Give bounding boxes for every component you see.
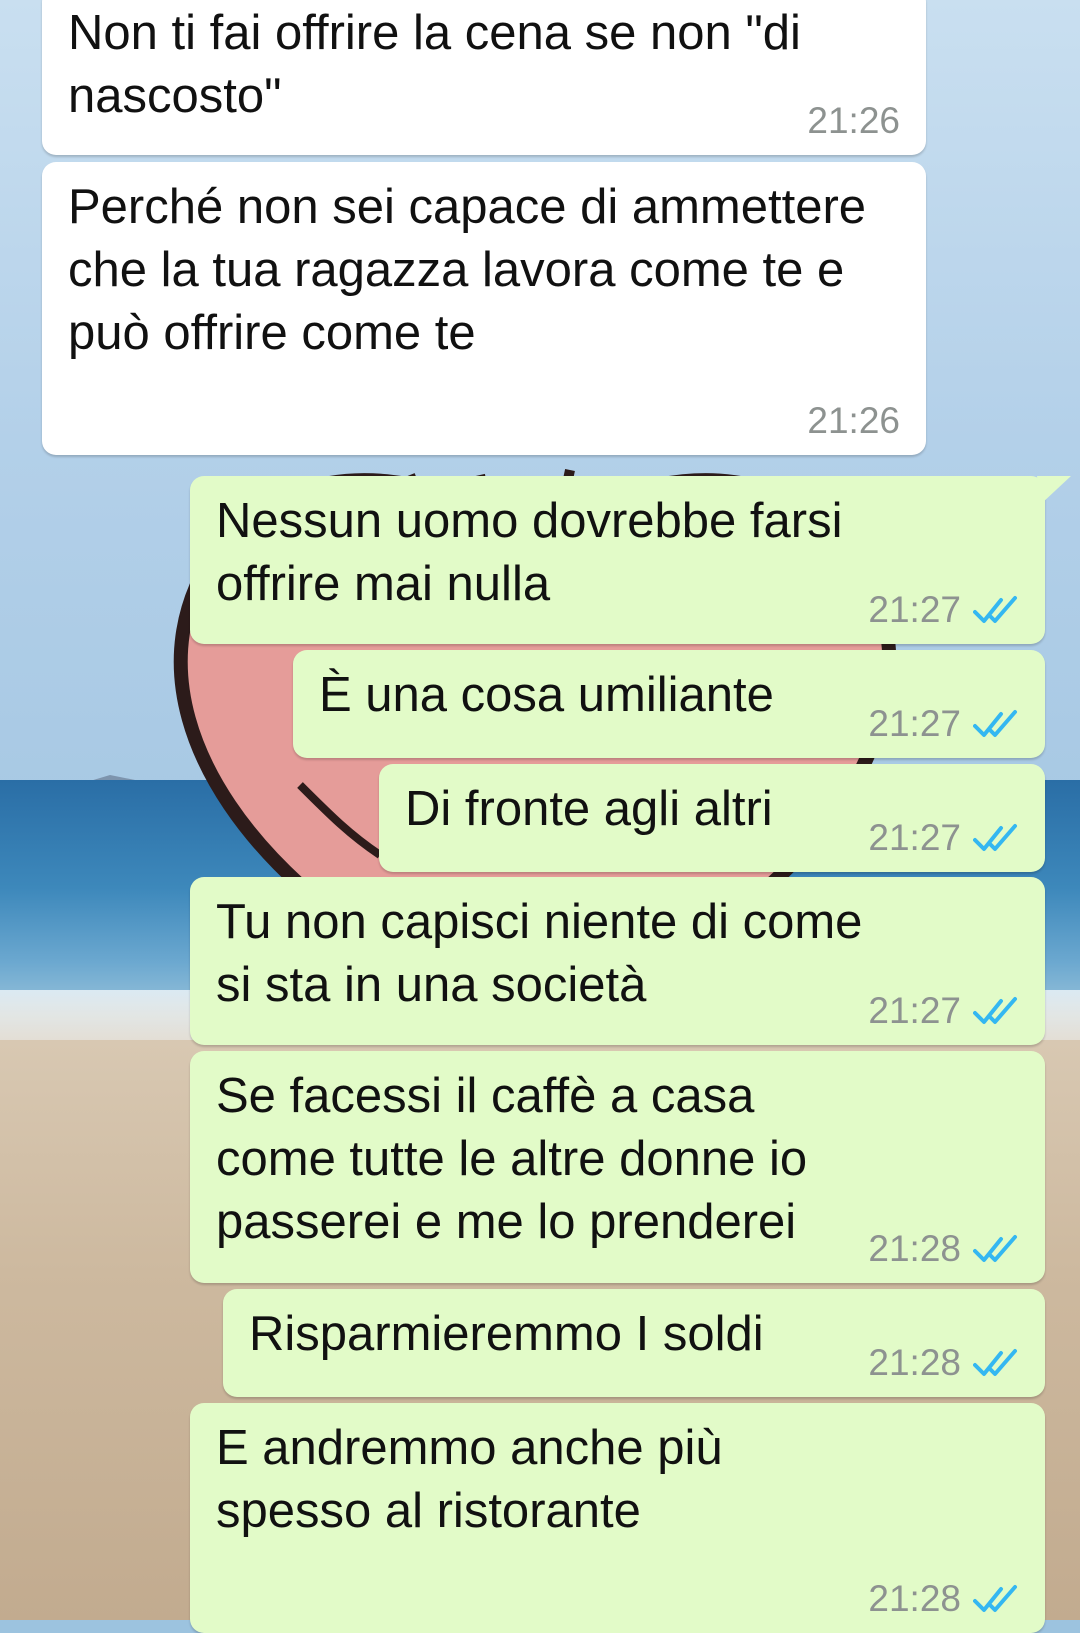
message-meta: 21:28: [868, 1343, 1019, 1383]
read-ticks-icon: [973, 1349, 1017, 1376]
read-ticks-icon: [973, 1235, 1017, 1262]
outgoing-message-bubble[interactable]: Di fronte agli altri 21:27: [379, 764, 1045, 872]
outgoing-message-bubble[interactable]: È una cosa umiliante 21:27: [293, 650, 1045, 758]
outgoing-message-bubble[interactable]: E andremmo anche più spesso al ristorant…: [190, 1403, 1045, 1633]
message-timestamp: 21:26: [807, 400, 900, 441]
message-timestamp: 21:27: [868, 589, 961, 630]
outgoing-message-bubble[interactable]: Nessun uomo dovrebbe farsi offrire mai n…: [190, 476, 1071, 644]
read-ticks-icon: [973, 997, 1017, 1024]
message-meta: 21:27: [868, 991, 1019, 1031]
read-ticks-icon: [973, 1585, 1017, 1612]
message-meta: 21:27: [868, 818, 1019, 858]
message-meta: 21:26: [807, 401, 900, 441]
message-text: Perché non sei capace di ammettere che l…: [68, 180, 880, 360]
message-text: Se facessi il caffè a casa come tutte le…: [216, 1069, 821, 1249]
outgoing-message-bubble[interactable]: Se facessi il caffè a casa come tutte le…: [190, 1051, 1045, 1283]
message-timestamp: 21:26: [807, 100, 900, 141]
incoming-message-bubble[interactable]: Non ti fai offrire la cena se non "di na…: [42, 0, 926, 155]
message-meta: 21:26: [807, 101, 900, 141]
message-timestamp: 21:28: [868, 1342, 961, 1383]
message-meta: 21:28: [868, 1229, 1019, 1269]
message-meta: 21:27: [868, 590, 1019, 630]
message-meta: 21:27: [868, 704, 1019, 744]
message-timestamp: 21:27: [868, 817, 961, 858]
outgoing-message-bubble[interactable]: Risparmieremmo I soldi 21:28: [223, 1289, 1045, 1397]
message-text: E andremmo anche più spesso al ristorant…: [216, 1421, 737, 1538]
bubble-tail: [1037, 476, 1071, 504]
message-timestamp: 21:27: [868, 990, 961, 1031]
read-ticks-icon: [973, 824, 1017, 851]
outgoing-message-bubble[interactable]: Tu non capisci niente di come si sta in …: [190, 877, 1045, 1045]
message-timestamp: 21:28: [868, 1578, 961, 1619]
read-ticks-icon: [973, 710, 1017, 737]
message-meta: 21:28: [868, 1579, 1019, 1619]
read-ticks-icon: [973, 596, 1017, 623]
message-text: Non ti fai offrire la cena se non "di na…: [68, 6, 815, 123]
message-timestamp: 21:28: [868, 1228, 961, 1269]
incoming-message-bubble[interactable]: Perché non sei capace di ammettere che l…: [42, 162, 926, 455]
message-timestamp: 21:27: [868, 703, 961, 744]
